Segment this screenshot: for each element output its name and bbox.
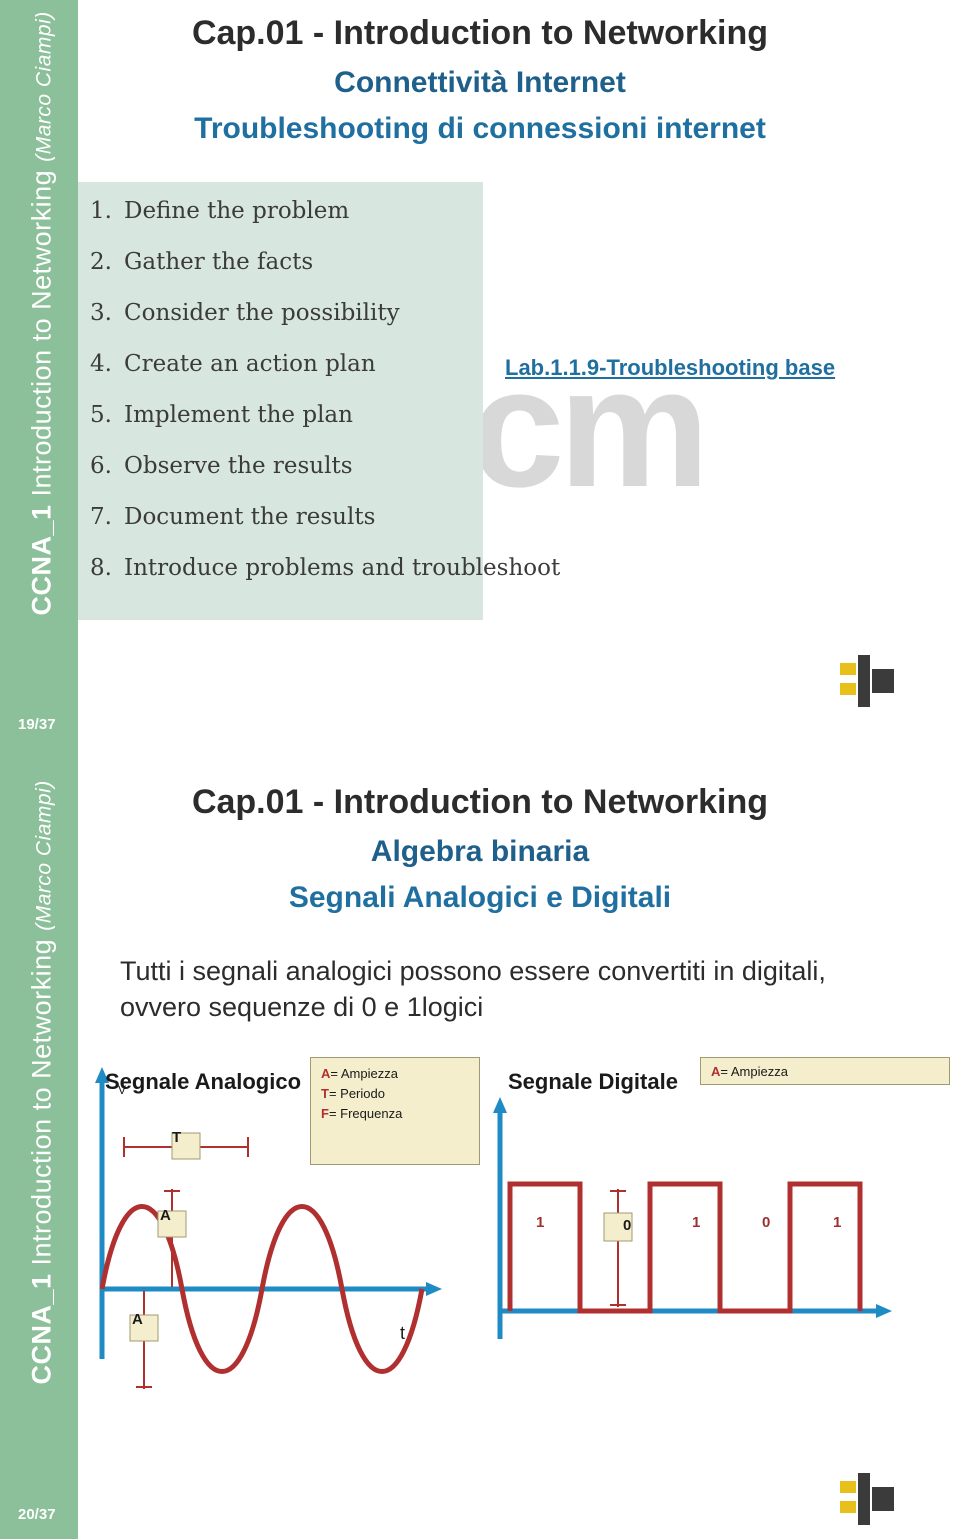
- slide-subtitle: Algebra binaria: [370, 835, 590, 868]
- troubleshooting-steps-image: 1. Define the problem 2. Gather the fact…: [78, 182, 560, 620]
- page-number: 19/37: [18, 716, 56, 733]
- list-item-label: Consider the possibility: [124, 300, 400, 326]
- list-item: 1. Define the problem: [90, 198, 483, 249]
- digital-bit-1: 0: [623, 1217, 632, 1234]
- sidebar-title: CCNA_1 Introduction to Networking (Marco…: [26, 780, 58, 1385]
- list-item-number: 6.: [90, 453, 112, 479]
- list-item-label: Define the problem: [124, 198, 350, 224]
- sidebar-course-name: Introduction to Networking: [26, 938, 57, 1274]
- list-item-number: 4.: [90, 351, 112, 377]
- list-item: 4. Create an action plan: [90, 351, 483, 402]
- list-item-number: 7.: [90, 504, 112, 530]
- analog-axis-x-label: t: [400, 1323, 406, 1343]
- legend-key: A: [711, 1064, 721, 1079]
- list-item: 8. Introduce problems and troubleshoot: [90, 555, 560, 606]
- analog-period-marker: T: [172, 1129, 182, 1146]
- digital-signal-diagram: [493, 1097, 892, 1339]
- legend-key: F: [321, 1106, 329, 1122]
- analog-legend-box: A= Ampiezza T= Periodo F= Frequenza: [310, 1057, 480, 1165]
- digital-bit-0: 1: [536, 1214, 545, 1231]
- digital-bit-4: 1: [833, 1214, 842, 1231]
- analog-signal-caption: Segnale Analogico: [105, 1069, 302, 1094]
- list-item-label: Create an action plan: [124, 351, 376, 377]
- legend-row: A= Ampiezza: [321, 1064, 469, 1084]
- page-number: 20/37: [18, 1506, 56, 1523]
- list-item-label: Observe the results: [124, 453, 353, 479]
- list-item-label: Gather the facts: [124, 249, 314, 275]
- sidebar-course-code: CCNA_1: [26, 504, 57, 616]
- slide-subtitle-secondary: Troubleshooting di connessioni internet: [194, 112, 766, 145]
- sidebar-course-code: CCNA_1: [26, 1273, 57, 1385]
- lab-link[interactable]: Lab.1.1.9-Troubleshooting base: [505, 355, 835, 381]
- list-item-label: Implement the plan: [124, 402, 353, 428]
- header-band-under: [78, 919, 960, 929]
- slide-subtitle: Connettività Internet: [334, 66, 626, 99]
- slide-title: Cap.01 - Introduction to Networking: [191, 783, 769, 821]
- legend-key: T: [321, 1086, 329, 1102]
- legend-desc: = Ampiezza: [330, 1066, 398, 1081]
- analog-axis-y-label: V: [118, 1083, 127, 1097]
- list-item-label: Introduce problems and troubleshoot: [124, 555, 561, 581]
- list-item-number: 3.: [90, 300, 112, 326]
- list-item: 2. Gather the facts: [90, 249, 483, 300]
- digital-bit-3: 0: [762, 1214, 771, 1231]
- list-item: 6. Observe the results: [90, 453, 483, 504]
- legend-key: A: [321, 1066, 331, 1081]
- slide-subtitle-secondary: Segnali Analogici e Digitali: [288, 881, 672, 914]
- legend-row: A= Ampiezza: [711, 1062, 939, 1082]
- header-band-under: [78, 150, 960, 160]
- brand-logo-icon: [840, 1473, 894, 1525]
- analog-amplitude-marker-bottom: A: [132, 1311, 143, 1328]
- legend-row: T= Periodo: [321, 1084, 469, 1104]
- digital-bit-2: 1: [692, 1214, 701, 1231]
- sidebar-course-name: Introduction to Networking: [26, 169, 57, 505]
- list-item-number: 1.: [90, 198, 112, 224]
- slide-20: CCNA_1 Introduction to Networking (Marco…: [0, 769, 960, 1539]
- list-item: 7. Document the results: [90, 504, 483, 555]
- list-item-number: 5.: [90, 402, 112, 428]
- list-item-number: 8.: [90, 555, 112, 581]
- slide-19: CCNA_1 Introduction to Networking (Marco…: [0, 0, 960, 769]
- legend-desc: = Frequenza: [328, 1106, 403, 1122]
- list-item: 5. Implement the plan: [90, 402, 483, 453]
- slide-body-text: Tutti i segnali analogici possono essere…: [120, 956, 826, 1023]
- analog-amplitude-marker-top: A: [160, 1207, 171, 1224]
- slide-title: Cap.01 - Introduction to Networking: [191, 14, 769, 52]
- digital-signal-caption: Segnale Digitale: [508, 1069, 678, 1094]
- legend-desc: = Periodo: [328, 1086, 385, 1102]
- list-item-number: 2.: [90, 249, 112, 275]
- brand-logo-icon: [840, 655, 894, 707]
- list-item: 3. Consider the possibility: [90, 300, 483, 351]
- digital-legend-box: A= Ampiezza: [700, 1057, 950, 1085]
- legend-row: F= Frequenza: [321, 1104, 469, 1124]
- sidebar-title: CCNA_1 Introduction to Networking (Marco…: [26, 11, 58, 616]
- list-item-label: Document the results: [124, 504, 376, 530]
- legend-desc: = Ampiezza: [720, 1064, 788, 1079]
